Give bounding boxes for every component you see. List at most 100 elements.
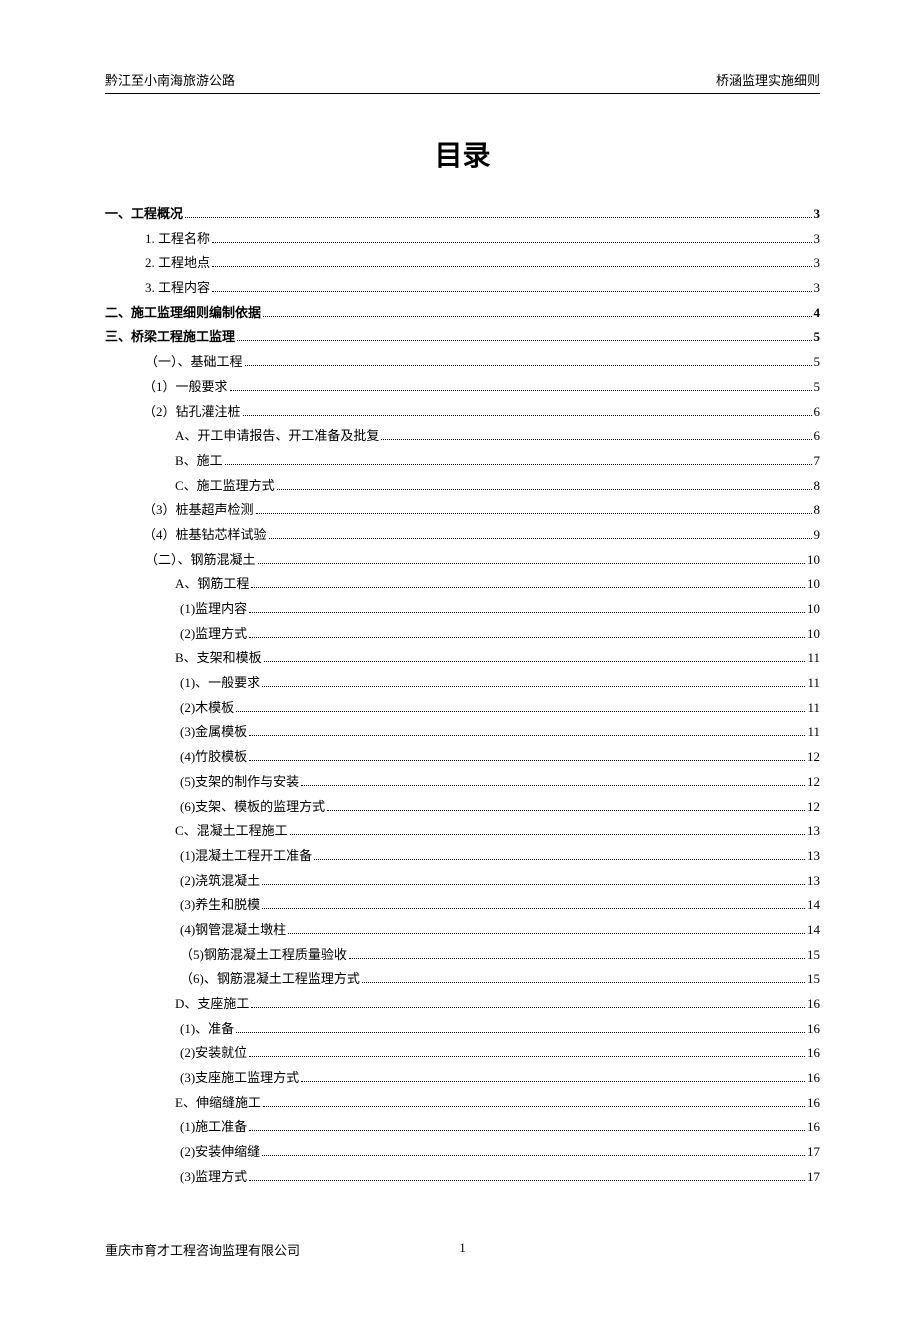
toc-label: D、支座施工 [175, 992, 249, 1017]
toc-page-number: 4 [814, 301, 821, 326]
toc-leader-dots [264, 661, 806, 662]
toc-label: E、伸缩缝施工 [175, 1091, 261, 1116]
toc-label: （5)钢筋混凝土工程质量验收 [180, 943, 347, 968]
toc-label: （6)、钢筋混凝土工程监理方式 [180, 967, 360, 992]
toc-page-number: 15 [807, 943, 820, 968]
toc-label: 二、施工监理细则编制依据 [105, 301, 261, 326]
toc-label: B、支架和模板 [175, 646, 262, 671]
table-of-contents: 一、工程概况31. 工程名称32. 工程地点33. 工程内容3二、施工监理细则编… [105, 202, 820, 1190]
footer-left: 重庆市育才工程咨询监理有限公司 [105, 1240, 438, 1259]
toc-row: (1)、一般要求11 [105, 671, 820, 696]
toc-row: C、施工监理方式8 [105, 474, 820, 499]
toc-page-number: 17 [807, 1165, 820, 1190]
toc-leader-dots [249, 637, 805, 638]
toc-label: (3)养生和脱模 [180, 893, 260, 918]
toc-row: （3）桩基超声检测8 [105, 498, 820, 523]
toc-leader-dots [251, 1007, 805, 1008]
toc-leader-dots [263, 1106, 805, 1107]
toc-label: (3)监理方式 [180, 1165, 247, 1190]
toc-leader-dots [249, 612, 805, 613]
toc-row: A、开工申请报告、开工准备及批复6 [105, 424, 820, 449]
toc-leader-dots [301, 1081, 805, 1082]
toc-leader-dots [212, 291, 811, 292]
toc-row: (2)浇筑混凝土13 [105, 869, 820, 894]
toc-page-number: 11 [807, 696, 820, 721]
toc-leader-dots [288, 933, 805, 934]
toc-row: （6)、钢筋混凝土工程监理方式 15 [105, 967, 820, 992]
toc-page-number: 6 [814, 400, 821, 425]
toc-label: （2）钻孔灌注桩 [143, 400, 241, 425]
toc-label: 1. 工程名称 [145, 227, 210, 252]
toc-leader-dots [314, 859, 805, 860]
toc-page-number: 10 [807, 572, 820, 597]
toc-leader-dots [236, 711, 805, 712]
toc-row: (3)养生和脱模 14 [105, 893, 820, 918]
toc-leader-dots [236, 1032, 805, 1033]
toc-page-number: 3 [814, 227, 821, 252]
toc-leader-dots [327, 810, 805, 811]
toc-page-number: 14 [807, 893, 820, 918]
toc-row: (4)钢管混凝土墩柱14 [105, 918, 820, 943]
toc-page-number: 12 [807, 770, 820, 795]
toc-label: （一）、基础工程 [145, 350, 243, 375]
toc-row: (1)施工准备 16 [105, 1115, 820, 1140]
toc-label: (2)安装就位 [180, 1041, 247, 1066]
toc-leader-dots [349, 958, 805, 959]
toc-row: (4)竹胶模板 12 [105, 745, 820, 770]
toc-page-number: 11 [807, 646, 820, 671]
header-left: 黔江至小南海旅游公路 [105, 70, 235, 89]
toc-leader-dots [258, 563, 805, 564]
toc-label: (2)木模板 [180, 696, 234, 721]
toc-label: (1)施工准备 [180, 1115, 247, 1140]
toc-leader-dots [262, 1155, 805, 1156]
toc-row: 三、桥梁工程施工监理5 [105, 325, 820, 350]
toc-leader-dots [243, 415, 812, 416]
footer-page-number: 1 [438, 1240, 488, 1259]
toc-page-number: 3 [814, 251, 821, 276]
toc-row: D、支座施工 16 [105, 992, 820, 1017]
toc-label: (2)安装伸缩缝 [180, 1140, 260, 1165]
toc-label: 3. 工程内容 [145, 276, 210, 301]
toc-page-number: 16 [807, 992, 820, 1017]
toc-leader-dots [269, 538, 812, 539]
toc-label: （3）桩基超声检测 [143, 498, 254, 523]
toc-leader-dots [245, 365, 812, 366]
header-right: 桥涵监理实施细则 [716, 70, 820, 89]
toc-page-number: 16 [807, 1017, 820, 1042]
toc-row: （5)钢筋混凝土工程质量验收 15 [105, 943, 820, 968]
toc-page-number: 5 [814, 375, 821, 400]
toc-page-number: 16 [807, 1115, 820, 1140]
toc-label: C、混凝土工程施工 [175, 819, 288, 844]
toc-page-number: 10 [807, 597, 820, 622]
toc-page-number: 12 [807, 745, 820, 770]
toc-page-number: 3 [814, 202, 821, 227]
toc-leader-dots [249, 1180, 805, 1181]
toc-page-number: 15 [807, 967, 820, 992]
toc-leader-dots [249, 1130, 805, 1131]
toc-page-number: 12 [807, 795, 820, 820]
toc-label: (1)、一般要求 [180, 671, 260, 696]
toc-row: E、伸缩缝施工16 [105, 1091, 820, 1116]
toc-leader-dots [262, 884, 805, 885]
toc-label: (4)竹胶模板 [180, 745, 247, 770]
toc-label: （4）桩基钻芯样试验 [143, 523, 267, 548]
toc-row: (5)支架的制作与安装12 [105, 770, 820, 795]
toc-page-number: 10 [807, 622, 820, 647]
toc-page-number: 13 [807, 819, 820, 844]
footer-spacer [488, 1240, 821, 1259]
toc-page-number: 13 [807, 844, 820, 869]
toc-label: (4)钢管混凝土墩柱 [180, 918, 286, 943]
toc-row: （2）钻孔灌注桩 6 [105, 400, 820, 425]
toc-page-number: 3 [814, 276, 821, 301]
toc-leader-dots [381, 439, 811, 440]
toc-label: (3)金属模板 [180, 720, 247, 745]
toc-label: A、钢筋工程 [175, 572, 249, 597]
toc-row: （4）桩基钻芯样试验9 [105, 523, 820, 548]
page-header: 黔江至小南海旅游公路 桥涵监理实施细则 [105, 70, 820, 94]
toc-leader-dots [230, 390, 812, 391]
toc-page-number: 6 [814, 424, 821, 449]
toc-label: (2)监理方式 [180, 622, 247, 647]
toc-page-number: 11 [807, 720, 820, 745]
toc-page-number: 13 [807, 869, 820, 894]
toc-leader-dots [290, 834, 805, 835]
